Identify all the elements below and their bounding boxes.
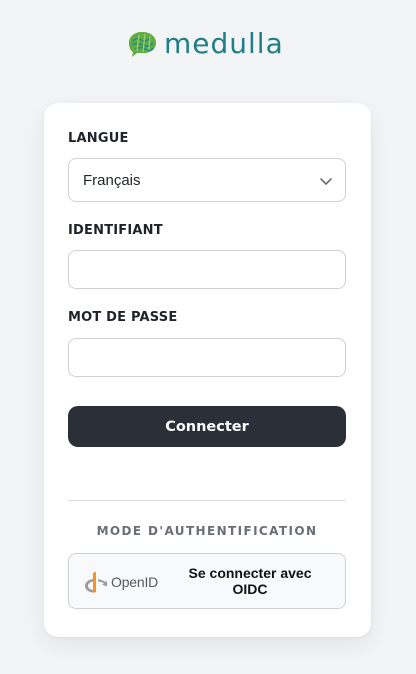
oidc-login-button[interactable]: OpenID Se connecter avec OIDC <box>68 553 346 609</box>
language-select[interactable]: Français <box>68 158 346 202</box>
divider <box>68 500 346 501</box>
openid-logo: OpenID <box>83 570 163 594</box>
openid-icon <box>85 571 107 593</box>
login-button[interactable]: Connecter <box>68 406 346 447</box>
chevron-down-icon <box>320 178 332 185</box>
login-card: LANGUE Français IDENTIFIANT MOT DE PASSE… <box>44 103 371 637</box>
openid-logo-text: OpenID <box>111 574 159 590</box>
password-label: MOT DE PASSE <box>68 310 178 325</box>
oidc-button-label: Se connecter avec OIDC <box>188 565 312 597</box>
language-label: LANGUE <box>68 131 129 146</box>
username-label: IDENTIFIANT <box>68 223 163 238</box>
brain-icon <box>129 32 156 57</box>
login-button-label: Connecter <box>165 418 249 435</box>
password-input[interactable] <box>68 338 346 377</box>
brand-name: medulla <box>164 27 284 60</box>
app-logo: medulla <box>123 26 293 62</box>
language-select-value: Français <box>83 172 141 189</box>
auth-mode-label: MODE D'AUTHENTIFICATION <box>96 524 318 538</box>
username-input[interactable] <box>68 250 346 289</box>
